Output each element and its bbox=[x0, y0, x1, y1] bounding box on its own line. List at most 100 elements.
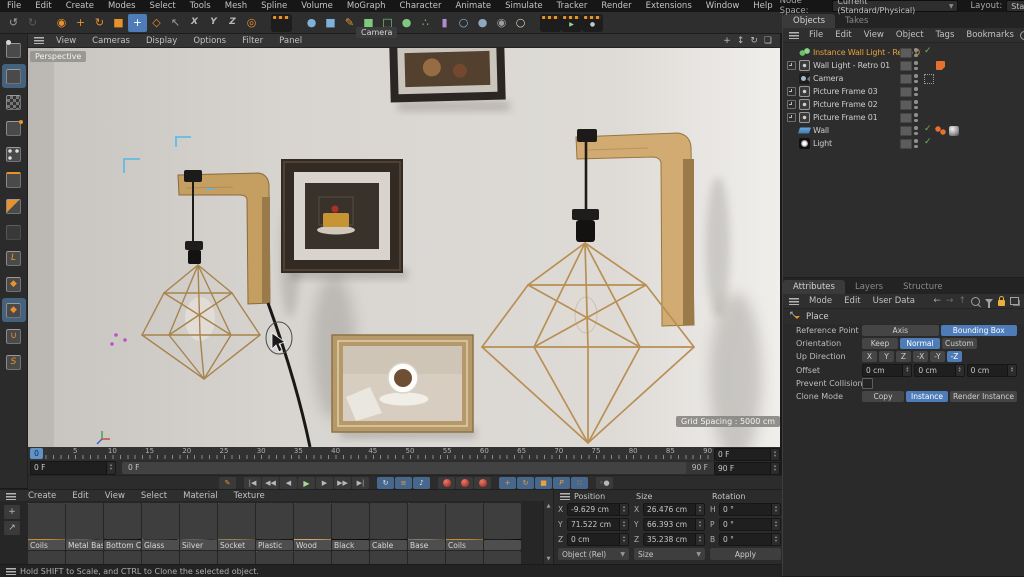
camera-link-icon[interactable] bbox=[924, 73, 934, 84]
expand-toggle[interactable] bbox=[787, 113, 796, 122]
visibility-dots[interactable] bbox=[914, 113, 918, 122]
viewport-menu-item[interactable]: Display bbox=[138, 36, 185, 46]
attr-menu-item[interactable]: User Data bbox=[867, 296, 921, 306]
material-item[interactable] bbox=[256, 551, 293, 564]
menu-item[interactable]: Tools bbox=[183, 1, 218, 11]
next-key-button[interactable]: ▶▶ bbox=[334, 477, 351, 489]
menu-item[interactable]: Animate bbox=[448, 1, 498, 11]
null-object-button[interactable]: ● bbox=[302, 14, 321, 32]
layout-dropdown[interactable]: Startup▼ bbox=[1006, 0, 1024, 12]
key-snap-button[interactable]: ◦● bbox=[596, 477, 613, 489]
attr-lock-icon[interactable] bbox=[998, 295, 1005, 306]
picture-frame-top[interactable] bbox=[389, 47, 506, 103]
material-item[interactable]: Silver bbox=[180, 503, 217, 550]
om-menu-item[interactable]: Object bbox=[890, 30, 930, 40]
layer-chip[interactable] bbox=[900, 73, 912, 84]
sky-button[interactable]: ● bbox=[473, 14, 492, 32]
menu-item[interactable]: Volume bbox=[294, 1, 340, 11]
position-field[interactable]: -9.629 cm ▴ ▾ bbox=[567, 503, 629, 516]
object-row-camera[interactable]: Camera ✓ bbox=[783, 72, 1024, 85]
snap-button[interactable]: ∪ bbox=[2, 324, 26, 348]
clone-instance-button[interactable]: Instance bbox=[906, 391, 948, 403]
orientation-custom-button[interactable]: Custom bbox=[942, 338, 977, 350]
attr-back-icon[interactable]: ← bbox=[933, 296, 941, 306]
axis-y-lock[interactable]: Y bbox=[204, 14, 223, 32]
range-end-handle[interactable]: 90 F bbox=[685, 461, 714, 474]
position-field[interactable]: 0 cm ▴ ▾ bbox=[567, 533, 629, 546]
material-item[interactable]: Base bbox=[408, 503, 445, 550]
om-search-icon[interactable] bbox=[1019, 30, 1024, 40]
position-mode-dropdown[interactable]: Object (Rel) ▼ bbox=[558, 548, 629, 560]
vp-toggle-icon[interactable]: ❏ bbox=[764, 36, 772, 46]
visibility-dots[interactable] bbox=[914, 100, 918, 109]
menu-item[interactable]: Help bbox=[746, 1, 779, 11]
om-menu-icon[interactable] bbox=[789, 31, 799, 39]
material-item[interactable]: Wood bbox=[294, 503, 331, 550]
visibility-dots[interactable] bbox=[914, 139, 918, 148]
goto-end-button[interactable]: ▶| bbox=[352, 477, 369, 489]
visibility-dots[interactable] bbox=[914, 74, 918, 83]
material-menu-item[interactable]: Create bbox=[20, 491, 64, 501]
orientation-keep-button[interactable]: Keep bbox=[862, 338, 898, 350]
size-field[interactable]: 66.393 cm ▴ ▾ bbox=[643, 518, 705, 531]
material-item[interactable] bbox=[142, 551, 179, 564]
material-item[interactable]: Metal Base bbox=[66, 503, 103, 550]
material-menu-item[interactable]: Texture bbox=[226, 491, 273, 501]
enabled-check-icon[interactable]: ✓ bbox=[924, 124, 932, 134]
tab-attributes[interactable]: Attributes bbox=[783, 280, 845, 294]
size-field[interactable]: 35.238 cm ▴ ▾ bbox=[643, 533, 705, 546]
layer-chip[interactable] bbox=[900, 60, 912, 71]
material-item[interactable] bbox=[370, 551, 407, 564]
material-item[interactable]: Black bbox=[332, 503, 369, 550]
layer-chip[interactable] bbox=[900, 99, 912, 110]
object-row-instance-wall-light[interactable]: Instance Wall Light - Retro 01 ✓ bbox=[783, 46, 1024, 59]
annotation-tag-icon[interactable] bbox=[936, 61, 945, 70]
visibility-dots[interactable] bbox=[914, 48, 918, 57]
menu-item[interactable]: Select bbox=[143, 1, 183, 11]
attr-search-icon[interactable] bbox=[971, 296, 980, 306]
material-pointer-button[interactable]: ↗ bbox=[4, 521, 20, 535]
viewport-menu-item[interactable]: Options bbox=[185, 36, 234, 46]
deformer-button[interactable]: ● bbox=[397, 14, 416, 32]
material-item[interactable] bbox=[180, 551, 217, 564]
coords-menu-icon[interactable] bbox=[560, 493, 570, 500]
redo-button[interactable]: ↻ bbox=[23, 14, 42, 32]
offset-field[interactable]: 0 cm ▴ ▾ bbox=[966, 363, 1017, 377]
menu-item[interactable]: Spline bbox=[254, 1, 294, 11]
layer-chip[interactable] bbox=[900, 138, 912, 149]
ref-point-axis-button[interactable]: Axis bbox=[862, 325, 939, 337]
last-used-tool[interactable]: ◇ bbox=[147, 14, 166, 32]
om-menu-item[interactable]: View bbox=[858, 30, 890, 40]
connect-tag-icon[interactable] bbox=[935, 126, 946, 135]
material-tag-icon[interactable] bbox=[949, 125, 959, 136]
object-row-picture-frame-02[interactable]: Picture Frame 02 ✓ bbox=[783, 98, 1024, 111]
rotation-field[interactable]: 0 ° ▴ ▾ bbox=[719, 518, 781, 531]
record-active-objects-button[interactable] bbox=[438, 477, 455, 489]
loop-mode-button[interactable]: ↻ bbox=[377, 477, 394, 489]
object-row-wall[interactable]: Wall ✓ bbox=[783, 124, 1024, 137]
prev-frame-button[interactable]: ◀ bbox=[280, 477, 297, 489]
uv-mode-button[interactable] bbox=[2, 116, 26, 140]
floor-button[interactable]: ○ bbox=[454, 14, 473, 32]
model-mode-button[interactable] bbox=[1, 64, 26, 88]
object-row-wall-light[interactable]: Wall Light - Retro 01 ✓ bbox=[783, 59, 1024, 72]
om-menu-item[interactable]: Edit bbox=[829, 30, 857, 40]
axis-mode-button[interactable]: L bbox=[2, 246, 26, 270]
updir-neg-z-button[interactable]: -Z bbox=[947, 351, 962, 363]
edges-mode-button[interactable] bbox=[2, 168, 26, 192]
move-tool[interactable]: + bbox=[71, 14, 90, 32]
camera-button[interactable]: ◉ bbox=[492, 14, 511, 32]
current-frame-field[interactable]: 0 F ▴ ▾ bbox=[30, 460, 116, 475]
material-item[interactable]: Plastic bbox=[256, 503, 293, 550]
offset-field[interactable]: 0 cm ▴ ▾ bbox=[862, 363, 913, 377]
viewport-menu-item[interactable]: Panel bbox=[271, 36, 310, 46]
menu-item[interactable]: Extensions bbox=[639, 1, 699, 11]
active-move-tool[interactable]: + bbox=[128, 13, 147, 32]
timeline-ruler[interactable]: 0 5 10 15 20 25 30 35 40 45 50 55 60 65 70 75 80 85 90 bbox=[28, 447, 714, 461]
key-pla-toggle[interactable]: ∷ bbox=[571, 477, 588, 489]
om-menu-item[interactable]: Bookmarks bbox=[960, 30, 1020, 40]
render-active-view-button[interactable] bbox=[540, 13, 561, 32]
visibility-dots[interactable] bbox=[914, 87, 918, 96]
material-item[interactable] bbox=[484, 551, 521, 564]
viewport-canvas[interactable] bbox=[28, 47, 780, 447]
